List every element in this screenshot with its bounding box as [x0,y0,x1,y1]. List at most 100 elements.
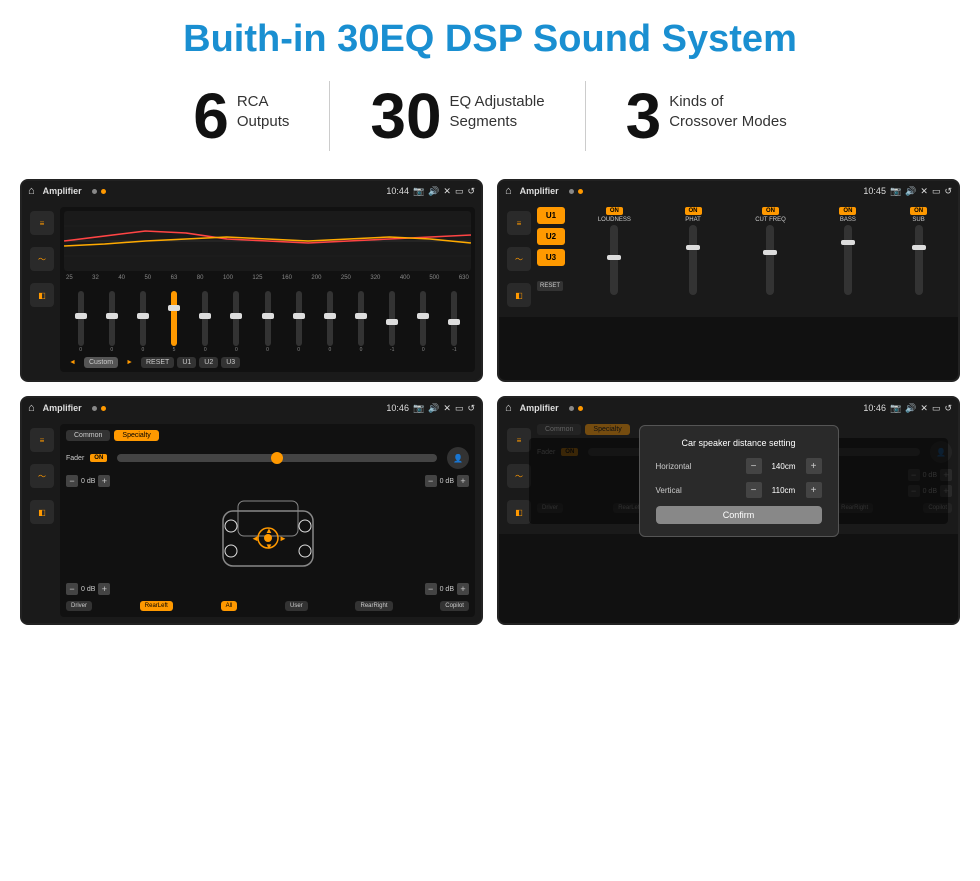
eq-next-btn[interactable]: ► [121,357,138,368]
btn-rearright[interactable]: RearRight [355,601,392,611]
phat-label: PHAT [685,217,701,223]
screen-cross: ⌂ Amplifier 10:46 📷 🔊 ✕ ▭ ↺ ≡ 〜 ◧ Common… [20,396,483,625]
eq-slider-5[interactable]: 0 [191,291,220,353]
phat-slider[interactable] [689,225,697,295]
amp2-filter-btn[interactable]: ≡ [507,211,531,235]
car-diagram: ◄ ► ▲ ▼ [203,491,333,581]
cross-filter-btn[interactable]: ≡ [30,428,54,452]
eq-prev-btn[interactable]: ◄ [64,357,81,368]
camera-icon: 📷 [413,186,424,197]
cutfreq-label: CUT FREQ [755,217,786,223]
eq-u1-btn[interactable]: U1 [177,357,196,368]
eq-slider-4[interactable]: 5 [159,291,188,353]
btn-user[interactable]: User [285,601,308,611]
amp2-wave-btn[interactable]: 〜 [507,247,531,271]
db-plus-4[interactable]: + [457,583,469,595]
db-minus-4[interactable]: − [425,583,437,595]
dot5 [92,406,97,411]
tab-common[interactable]: Common [66,430,110,441]
db-minus-1[interactable]: − [66,475,78,487]
horizontal-minus-btn[interactable]: − [746,458,762,474]
eq-slider-9[interactable]: 0 [315,291,344,353]
tab-specialty[interactable]: Specialty [114,430,158,441]
vertical-minus-btn[interactable]: − [746,482,762,498]
confirm-button[interactable]: Confirm [656,506,822,524]
phat-on[interactable]: ON [685,207,702,215]
eq-slider-13[interactable]: -1 [440,291,469,353]
camera-icon-4: 📷 [890,403,901,414]
btn-driver[interactable]: Driver [66,601,92,611]
dot1 [92,189,97,194]
preset-u1[interactable]: U1 [537,207,565,224]
bass-label: BASS [840,217,856,223]
fader-slider[interactable] [117,454,437,462]
eq-slider-3[interactable]: 0 [128,291,157,353]
eq-vol-btn[interactable]: ◧ [30,283,54,307]
sub-on[interactable]: ON [910,207,927,215]
db-minus-2[interactable]: − [425,475,437,487]
eq-slider-2[interactable]: 0 [97,291,126,353]
preset-u3[interactable]: U3 [537,249,565,266]
fader-thumb [271,452,283,464]
horizontal-plus-btn[interactable]: + [806,458,822,474]
db-minus-3[interactable]: − [66,583,78,595]
db-plus-2[interactable]: + [457,475,469,487]
back-icon-4: ↺ [944,403,952,414]
cross-main: Common Specialty Fader ON 👤 − 0 d [60,424,475,617]
modal-horizontal-ctrl: − 140cm + [746,458,822,474]
eq-slider-6[interactable]: 0 [222,291,251,353]
x-icon-3: ✕ [443,403,451,414]
stat-crossover: 3 Kinds ofCrossover Modes [586,84,827,148]
btn-all[interactable]: All [221,601,238,611]
loudness-on[interactable]: ON [606,207,623,215]
screen-dialog: ⌂ Amplifier 10:46 📷 🔊 ✕ ▭ ↺ ≡ 〜 ◧ Common… [497,396,960,625]
eq-slider-7[interactable]: 0 [253,291,282,353]
eq-u3-btn[interactable]: U3 [221,357,240,368]
btn-copilot[interactable]: Copilot [440,601,469,611]
sub-slider[interactable] [915,225,923,295]
btn-rearleft[interactable]: RearLeft [140,601,173,611]
screen1-time: 10:44 [386,186,409,196]
cutfreq-slider[interactable] [766,225,774,295]
db-ctrl-1: − 0 dB + [66,475,110,487]
db-plus-3[interactable]: + [98,583,110,595]
eq-slider-11[interactable]: -1 [378,291,407,353]
db-plus-1[interactable]: + [98,475,110,487]
eq-slider-1[interactable]: 0 [66,291,95,353]
dot3 [569,189,574,194]
eq-slider-12[interactable]: 0 [409,291,438,353]
amp2-controls-row: ON LOUDNESS ON PHAT ON [573,207,952,295]
eq-sidebar: ≡ 〜 ◧ [28,207,56,372]
amp2-sidebar: ≡ 〜 ◧ [505,207,533,311]
volume-icon-4: 🔊 [905,403,916,414]
dialog-vol-btn[interactable]: ◧ [507,500,531,524]
amp2-vol-btn[interactable]: ◧ [507,283,531,307]
dot6 [101,406,106,411]
bass-slider[interactable] [844,225,852,295]
eq-slider-10[interactable]: 0 [346,291,375,353]
cross-wave-btn[interactable]: 〜 [30,464,54,488]
svg-text:►: ► [279,534,287,543]
eq-filter-btn[interactable]: ≡ [30,211,54,235]
loudness-slider[interactable] [610,225,618,295]
fader-on-badge[interactable]: ON [90,454,107,462]
dialog-wave-btn[interactable]: 〜 [507,464,531,488]
eq-slider-8[interactable]: 0 [284,291,313,353]
horizontal-value: 140cm [766,462,802,471]
vertical-plus-btn[interactable]: + [806,482,822,498]
eq-wave-btn[interactable]: 〜 [30,247,54,271]
cutfreq-on[interactable]: ON [762,207,779,215]
eq-u2-btn[interactable]: U2 [199,357,218,368]
status-bar-3: ⌂ Amplifier 10:46 📷 🔊 ✕ ▭ ↺ [22,398,481,418]
cross-vol-btn[interactable]: ◧ [30,500,54,524]
bass-on[interactable]: ON [839,207,856,215]
dot8 [578,406,583,411]
amp2-reset-btn[interactable]: RESET [537,281,563,291]
tab-common-4: Common [537,424,581,435]
back-icon-3: ↺ [467,403,475,414]
eq-custom-btn[interactable]: Custom [84,357,118,368]
dialog-filter-btn[interactable]: ≡ [507,428,531,452]
control-bass: ON BASS [839,207,856,295]
preset-u2[interactable]: U2 [537,228,565,245]
eq-reset-btn[interactable]: RESET [141,357,174,368]
